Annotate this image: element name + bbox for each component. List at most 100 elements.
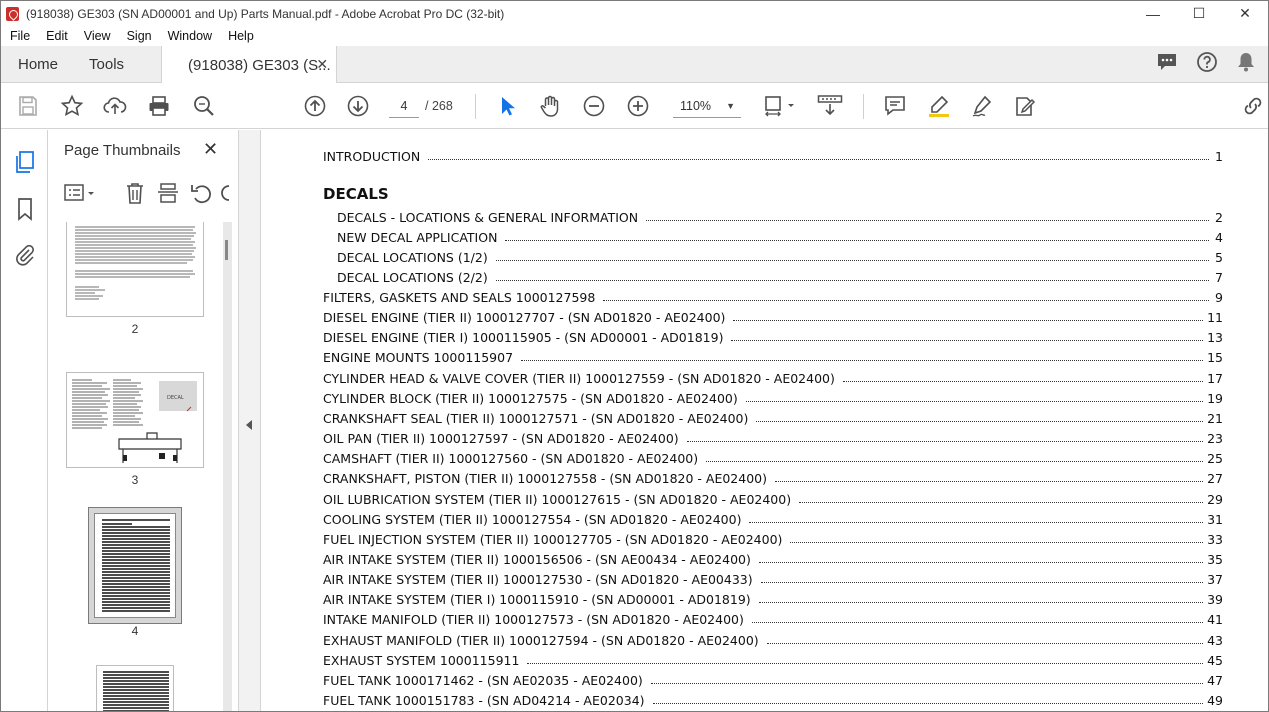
minimize-button[interactable]: — [1130,1,1176,26]
thumbnail-page-3[interactable]: DECAL [66,372,204,468]
zoom-in-icon[interactable] [626,94,650,118]
thumbnail-page-2[interactable] [66,222,204,317]
page-number-input[interactable]: 4 [389,94,419,118]
menu-help[interactable]: Help [220,29,262,43]
zoom-dropdown[interactable]: 110% ▼ [673,94,741,118]
page-fit-icon[interactable] [763,94,797,118]
menu-sign[interactable]: Sign [119,29,160,43]
help-icon[interactable] [1196,51,1218,78]
rotate-page-icon[interactable] [190,181,214,210]
toc-entry-title: OIL PAN (TIER II) 1000127597 - (SN AD018… [323,431,679,447]
close-window-button[interactable]: ✕ [1222,1,1268,26]
menu-bar: File Edit View Sign Window Help [1,26,1268,46]
zoom-search-icon[interactable] [192,94,216,118]
save-icon[interactable] [16,94,40,118]
tab-home[interactable]: Home [1,46,75,82]
bookmark-icon[interactable] [13,197,37,221]
thumbnail-scrollbar-thumb[interactable] [225,240,228,260]
toc-entry[interactable]: CYLINDER HEAD & VALVE COVER (TIER II) 10… [323,366,1223,386]
toc-entry[interactable]: CRANKSHAFT SEAL (TIER II) 1000127571 - (… [323,406,1223,426]
toc-entry[interactable]: DIESEL ENGINE (TIER II) 1000127707 - (SN… [323,305,1223,325]
toc-entry[interactable]: CAMSHAFT (TIER II) 1000127560 - (SN AD01… [323,446,1223,466]
menu-edit[interactable]: Edit [38,29,76,43]
toc-entry-page: 49 [1207,693,1223,708]
edit-icon[interactable] [1013,94,1037,118]
toc-entry[interactable]: FUEL TANK 1000151783 - (SN AD04214 - AE0… [323,688,1223,708]
options-menu-icon[interactable] [64,181,98,210]
thumbnail-page-5[interactable] [96,665,174,711]
delete-page-icon[interactable] [123,181,147,210]
page-up-icon[interactable] [303,94,327,118]
toc-entry-page: 7 [1215,270,1223,285]
toc-entry[interactable]: OIL PAN (TIER II) 1000127597 - (SN AD018… [323,426,1223,446]
thumbnail-list[interactable]: 2 DECAL 3 4 [48,222,222,711]
panel-close-icon[interactable]: ✕ [203,139,218,160]
toc-entry[interactable]: INTRODUCTION 1 [323,144,1223,164]
tab-document[interactable]: (918038) GE303 (S... ✕ [161,46,338,84]
thumbnail-scrollbar[interactable] [223,222,232,711]
toc-entry-page: 23 [1207,431,1223,447]
toc-entry-title: CRANKSHAFT SEAL (TIER II) 1000127571 - (… [323,410,749,426]
toc-dot-leader [766,642,1204,644]
toc-entry[interactable]: AIR INTAKE SYSTEM (TIER I) 1000115910 - … [323,587,1223,607]
scroll-mode-icon[interactable] [817,94,843,118]
tab-bar: Home Tools (918038) GE303 (S... ✕ [1,46,1268,84]
menu-window[interactable]: Window [160,29,220,43]
toc-entry-page: 2 [1215,210,1223,225]
toc-entry[interactable]: AIR INTAKE SYSTEM (TIER II) 1000156506 -… [323,547,1223,567]
toc-entry[interactable]: DECAL LOCATIONS (1/2) 5 [337,245,1223,265]
toc-entry-title: EXHAUST SYSTEM 1000115911 [323,652,520,668]
panel-collapse-strip[interactable] [239,130,261,711]
toc-entry[interactable]: DIESEL ENGINE (TIER I) 1000115905 - (SN … [323,325,1223,345]
toc-entry[interactable]: COOLING SYSTEM (TIER II) 1000127554 - (S… [323,507,1223,527]
toc-entry[interactable]: ENGINE MOUNTS 1000115907 15 [323,345,1223,365]
maximize-button[interactable]: ☐ [1176,1,1222,26]
page-down-icon[interactable] [346,94,370,118]
menu-file[interactable]: File [1,29,38,43]
toc-entry-title: COOLING SYSTEM (TIER II) 1000127554 - (S… [323,511,742,527]
toc-entry[interactable]: OIL LUBRICATION SYSTEM (TIER II) 1000127… [323,487,1223,507]
toc-dot-leader [646,220,1209,221]
chat-icon[interactable] [1156,51,1178,78]
toc-entry[interactable]: NEW DECAL APPLICATION 4 [337,225,1223,245]
print-icon[interactable] [147,94,171,118]
toc-entry[interactable]: DECAL LOCATIONS (2/2) 7 [337,265,1223,285]
chevron-down-icon: ▼ [726,101,735,111]
sign-icon[interactable] [971,94,995,118]
thumbnail-page-4[interactable] [94,513,176,618]
toc-entry-title: CAMSHAFT (TIER II) 1000127560 - (SN AD01… [323,451,699,467]
toc-entry-page: 39 [1207,592,1223,608]
toc-entry[interactable]: DECALS - LOCATIONS & GENERAL INFORMATION… [337,205,1223,225]
star-icon[interactable] [60,94,84,118]
toc-entry[interactable]: EXHAUST MANIFOLD (TIER II) 1000127594 - … [323,628,1223,648]
toc-dot-leader [505,240,1209,241]
tab-close-icon[interactable]: ✕ [316,56,328,73]
navigation-rail [1,130,48,711]
link-icon[interactable] [1241,94,1265,118]
highlight-icon[interactable] [927,94,951,118]
hand-icon[interactable] [538,94,562,118]
toc-entry[interactable]: FUEL TANK 1000171462 - (SN AE02035 - AE0… [323,668,1223,688]
toc-entry[interactable]: EXHAUST SYSTEM 1000115911 45 [323,648,1223,668]
toolbar-divider [863,94,864,119]
thumbnails-icon[interactable] [13,150,37,174]
document-view[interactable]: INTRODUCTION 1 DECALS DECALS - LOCATIONS… [261,130,1268,711]
collapse-arrow-icon[interactable] [246,420,252,430]
toc-entry[interactable]: AIR INTAKE SYSTEM (TIER II) 1000127530 -… [323,567,1223,587]
toc-entry-title: CYLINDER BLOCK (TIER II) 1000127575 - (S… [323,390,738,406]
tab-tools[interactable]: Tools [75,46,141,82]
upload-icon[interactable] [103,94,127,118]
toc-entry[interactable]: FILTERS, GASKETS AND SEALS 1000127598 9 [323,285,1223,305]
toc-entry[interactable]: INTAKE MANIFOLD (TIER II) 1000127573 - (… [323,607,1223,627]
attachment-icon[interactable] [13,243,37,267]
extract-pages-icon[interactable] [156,181,180,210]
toc-entry[interactable]: CYLINDER BLOCK (TIER II) 1000127575 - (S… [323,386,1223,406]
toc-entry[interactable]: FUEL INJECTION SYSTEM (TIER II) 10001277… [323,527,1223,547]
bell-icon[interactable] [1236,51,1256,78]
menu-view[interactable]: View [76,29,119,43]
select-arrow-icon[interactable] [495,94,519,118]
zoom-out-icon[interactable] [582,94,606,118]
toc-entry[interactable]: CRANKSHAFT, PISTON (TIER II) 1000127558 … [323,466,1223,486]
more-tools-icon[interactable] [221,181,229,210]
comment-icon[interactable] [883,94,907,118]
